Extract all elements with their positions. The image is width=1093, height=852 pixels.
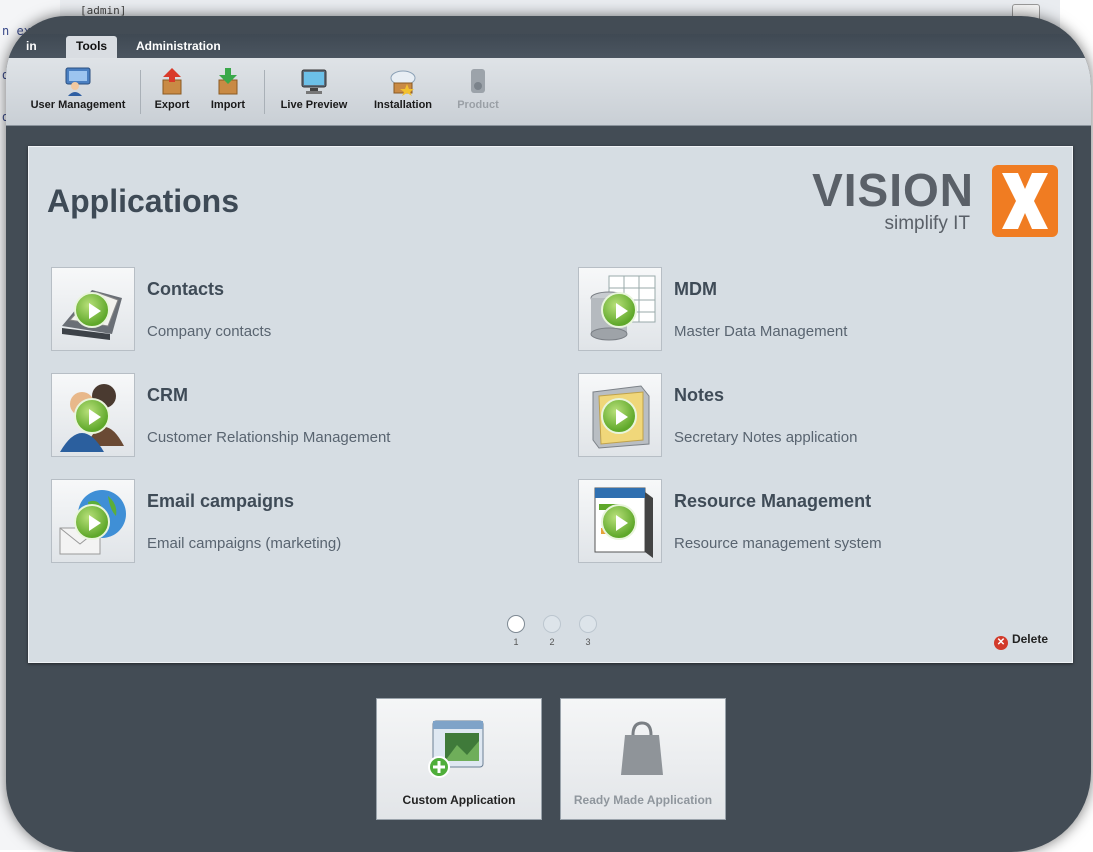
play-icon bbox=[74, 292, 110, 328]
shopping-bag-icon bbox=[621, 721, 663, 775]
user-management-label: User Management bbox=[30, 99, 126, 111]
delete-button[interactable]: ✕ Delete bbox=[993, 632, 1048, 650]
live-preview-label: Live Preview bbox=[280, 99, 348, 111]
email-campaigns-thumbnail[interactable] bbox=[51, 479, 135, 563]
live-preview-button[interactable]: Live Preview bbox=[272, 66, 356, 122]
app-email-campaigns[interactable]: Email campaigns Email campaigns (marketi… bbox=[51, 479, 511, 565]
app-name[interactable]: Email campaigns bbox=[147, 491, 294, 512]
custom-application-button[interactable]: Custom Application bbox=[376, 698, 542, 820]
app-window: in Tools Administration User Management … bbox=[6, 16, 1091, 852]
toolbar: User Management Export Import Live Previ… bbox=[6, 58, 1091, 126]
app-name[interactable]: Contacts bbox=[147, 279, 224, 300]
toolbar-separator bbox=[140, 70, 141, 114]
notes-thumbnail[interactable] bbox=[578, 373, 662, 457]
monitor-icon bbox=[301, 69, 327, 94]
applications-panel: Applications VISION simplify IT Contacts bbox=[28, 146, 1073, 663]
app-name[interactable]: Resource Management bbox=[674, 491, 871, 512]
page-dot-2[interactable] bbox=[543, 615, 561, 633]
page-number: 1 bbox=[513, 637, 519, 647]
delete-icon: ✕ bbox=[993, 636, 1008, 650]
tab-admin[interactable]: in bbox=[16, 36, 47, 58]
tab-tools[interactable]: Tools bbox=[66, 36, 118, 58]
app-description: Secretary Notes application bbox=[674, 429, 858, 446]
app-description: Company contacts bbox=[147, 323, 272, 340]
page-dot-3[interactable] bbox=[579, 615, 597, 633]
app-mdm[interactable]: MDM Master Data Management bbox=[578, 267, 1038, 353]
app-notes[interactable]: Notes Secretary Notes application bbox=[578, 373, 1038, 459]
app-name[interactable]: CRM bbox=[147, 385, 188, 406]
play-icon bbox=[601, 504, 637, 540]
page-dot-1[interactable] bbox=[507, 615, 525, 633]
play-icon bbox=[601, 292, 637, 328]
resource-management-thumbnail[interactable] bbox=[578, 479, 662, 563]
product-label: Product bbox=[457, 99, 499, 111]
app-description: Customer Relationship Management bbox=[147, 429, 391, 446]
installation-button[interactable]: Installation bbox=[366, 66, 440, 122]
app-contacts[interactable]: Contacts Company contacts bbox=[51, 267, 511, 353]
custom-application-label: Custom Application bbox=[402, 793, 516, 807]
app-description: Email campaigns (marketing) bbox=[147, 535, 342, 552]
logo-tagline: simplify IT bbox=[884, 213, 971, 234]
export-icon bbox=[162, 68, 182, 95]
mdm-thumbnail[interactable] bbox=[578, 267, 662, 351]
page-title: Applications bbox=[47, 183, 240, 219]
ready-made-application-button[interactable]: Ready Made Application bbox=[560, 698, 726, 820]
export-label: Export bbox=[154, 99, 190, 111]
logo-x-mark bbox=[992, 165, 1058, 237]
page-number: 2 bbox=[549, 637, 555, 647]
menu-tab-bar: in Tools Administration bbox=[6, 34, 1091, 58]
app-crm[interactable]: CRM Customer Relationship Management bbox=[51, 373, 511, 459]
ready-made-application-label: Ready Made Application bbox=[573, 793, 713, 807]
import-icon bbox=[218, 68, 238, 95]
product-icon bbox=[471, 69, 485, 93]
custom-app-icon bbox=[428, 720, 484, 778]
logo-word: VISION bbox=[812, 164, 974, 216]
tab-administration[interactable]: Administration bbox=[126, 36, 231, 58]
app-name[interactable]: Notes bbox=[674, 385, 724, 406]
app-description: Master Data Management bbox=[674, 323, 848, 340]
crm-thumbnail[interactable] bbox=[51, 373, 135, 457]
users-icon bbox=[65, 67, 91, 96]
app-name[interactable]: MDM bbox=[674, 279, 717, 300]
export-button[interactable]: Export bbox=[150, 66, 194, 122]
contacts-thumbnail[interactable] bbox=[51, 267, 135, 351]
toolbar-separator bbox=[264, 70, 265, 114]
logo-x-glyph bbox=[1002, 173, 1048, 229]
user-management-button[interactable]: User Management bbox=[22, 66, 134, 122]
installation-label: Installation bbox=[373, 99, 433, 111]
app-resource-management[interactable]: Resource Management Resource management … bbox=[578, 479, 1038, 565]
import-button[interactable]: Import bbox=[202, 66, 254, 122]
page-indicator: 1 2 3 bbox=[501, 615, 611, 655]
delete-label: Delete bbox=[1011, 632, 1048, 646]
import-label: Import bbox=[210, 99, 246, 111]
product-button[interactable]: Product bbox=[450, 66, 506, 122]
play-icon bbox=[601, 398, 637, 434]
page-number: 3 bbox=[585, 637, 591, 647]
app-description: Resource management system bbox=[674, 535, 882, 552]
play-icon bbox=[74, 504, 110, 540]
cloud-install-icon bbox=[390, 70, 416, 96]
visionx-logo: VISION simplify IT bbox=[798, 163, 1058, 239]
play-icon bbox=[74, 398, 110, 434]
